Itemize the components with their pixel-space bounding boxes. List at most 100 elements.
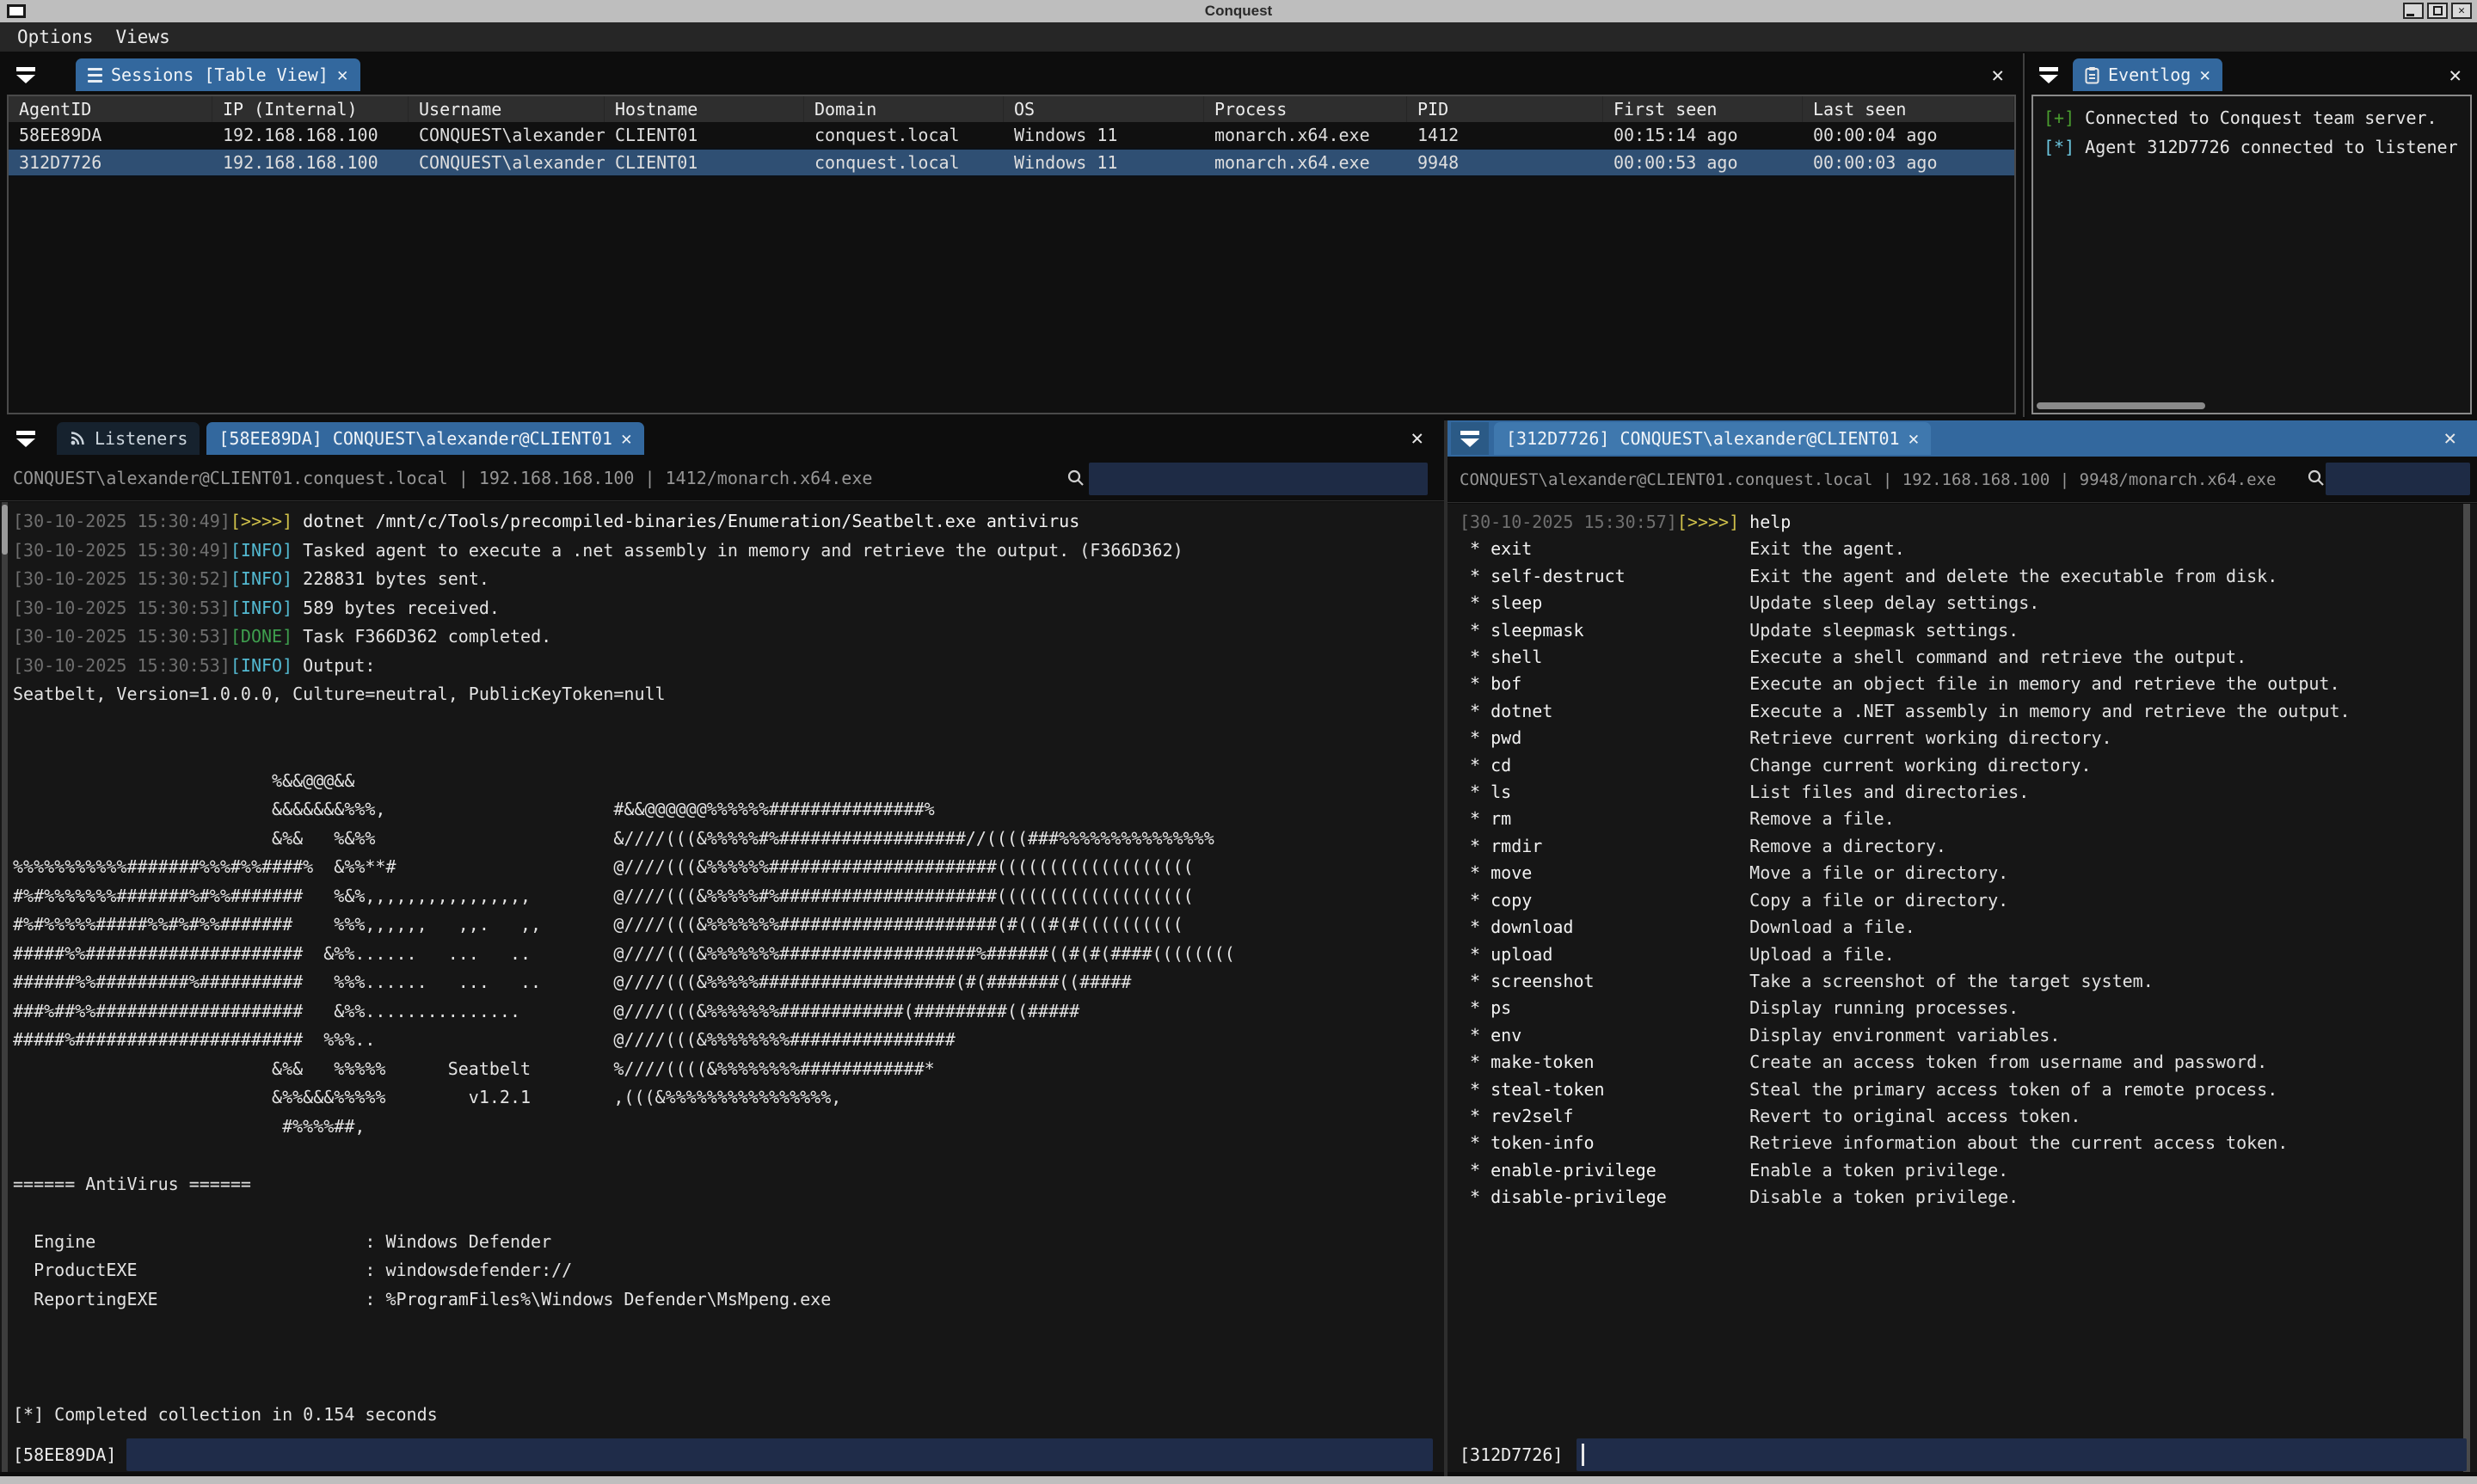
table-cell: 192.168.168.100 bbox=[212, 122, 409, 148]
console-search-input[interactable] bbox=[1089, 463, 1428, 495]
sessions-panel: Sessions [Table View] ✕ ✕ AgentIDIP (Int… bbox=[0, 52, 2023, 419]
tab-agent-312D7726[interactable]: [312D7726] CONQUEST\alexander@CLIENT01 ✕ bbox=[1494, 422, 1931, 455]
tab-label: Eventlog bbox=[2108, 64, 2191, 85]
column-header[interactable]: Domain bbox=[804, 96, 1004, 122]
top-panel-divider[interactable] bbox=[2023, 53, 2025, 417]
table-cell: 312D7726 bbox=[9, 150, 212, 175]
column-header[interactable]: PID bbox=[1407, 96, 1603, 122]
left-console-scrollbar[interactable] bbox=[2, 502, 8, 1472]
column-header[interactable]: IP (Internal) bbox=[212, 96, 409, 122]
left-console-collapse-button[interactable] bbox=[7, 422, 45, 455]
help-command-line: * pwd Retrieve current working directory… bbox=[1460, 725, 2477, 751]
table-cell: 9948 bbox=[1407, 150, 1603, 175]
table-cell: CONQUEST\alexander bbox=[409, 150, 605, 175]
help-command-line: * rev2self Revert to original access tok… bbox=[1460, 1103, 2477, 1130]
help-command-line: * enable-privilege Enable a token privil… bbox=[1460, 1157, 2477, 1184]
conquest-window: Conquest ✕ Options Views Sessions [Table… bbox=[0, 0, 2477, 1484]
help-command-line: * make-token Create an access token from… bbox=[1460, 1049, 2477, 1076]
minimize-icon bbox=[2406, 14, 2414, 16]
tab-sessions-table-view[interactable]: Sessions [Table View] ✕ bbox=[76, 58, 360, 91]
seatbelt-antivirus-output: ====== AntiVirus ====== Engine : Windows… bbox=[13, 1141, 1444, 1429]
tab-listeners[interactable]: Listeners bbox=[57, 422, 200, 455]
tab-label: [58EE89DA] CONQUEST\alexander@CLIENT01 bbox=[218, 428, 612, 449]
table-cell: 00:15:14 ago bbox=[1603, 122, 1803, 148]
right-console-collapse-button[interactable] bbox=[1451, 422, 1489, 455]
column-header[interactable]: AgentID bbox=[9, 96, 212, 122]
window-bottom-frame bbox=[0, 1476, 2477, 1484]
console-log-line: [30-10-2025 15:30:57][>>>>] help bbox=[1460, 509, 2477, 536]
table-cell: CLIENT01 bbox=[605, 150, 804, 175]
help-command-line: * env Display environment variables. bbox=[1460, 1022, 2477, 1049]
text-cursor bbox=[1582, 1444, 1584, 1466]
close-window-button[interactable]: ✕ bbox=[2451, 3, 2472, 19]
left-console-output[interactable]: [30-10-2025 15:30:49][>>>>] dotnet /mnt/… bbox=[0, 502, 1444, 1472]
menu-views[interactable]: Views bbox=[116, 27, 170, 47]
tab-close-icon[interactable]: ✕ bbox=[1908, 430, 1920, 448]
collapse-icon bbox=[16, 67, 35, 71]
search-icon bbox=[2307, 469, 2326, 488]
tab-close-icon[interactable]: ✕ bbox=[2199, 66, 2210, 84]
table-cell: 00:00:53 ago bbox=[1603, 150, 1803, 175]
table-cell: monarch.x64.exe bbox=[1204, 122, 1407, 148]
help-command-line: * rmdir Remove a directory. bbox=[1460, 833, 2477, 860]
command-input[interactable] bbox=[126, 1438, 1433, 1471]
left-console-input-bar: [58EE89DA] bbox=[0, 1432, 1444, 1476]
tab-label: Sessions [Table View] bbox=[111, 64, 329, 85]
help-command-line: * rm Remove a file. bbox=[1460, 806, 2477, 832]
console-log-line: [30-10-2025 15:30:53][INFO] Output: bbox=[13, 652, 1444, 681]
collapse-icon bbox=[2039, 67, 2058, 71]
column-header[interactable]: First seen bbox=[1603, 96, 1803, 122]
help-command-line: * token-info Retrieve information about … bbox=[1460, 1130, 2477, 1156]
right-console-panel-close-button[interactable]: ✕ bbox=[2444, 427, 2456, 448]
table-row[interactable]: 58EE89DA192.168.168.100CONQUEST\alexande… bbox=[9, 122, 2014, 150]
console-log-line: [30-10-2025 15:30:53][INFO] 589 bytes re… bbox=[13, 594, 1444, 623]
column-header[interactable]: OS bbox=[1004, 96, 1204, 122]
sessions-panel-close-button[interactable]: ✕ bbox=[1992, 64, 2004, 85]
command-input[interactable] bbox=[1577, 1438, 2467, 1471]
console-log-line: [30-10-2025 15:30:49][INFO] Tasked agent… bbox=[13, 537, 1444, 566]
agent-context-line: CONQUEST\alexander@CLIENT01.conquest.loc… bbox=[1447, 470, 2276, 489]
column-header[interactable]: Process bbox=[1204, 96, 1407, 122]
column-header[interactable]: Username bbox=[409, 96, 605, 122]
help-command-line: * shell Execute a shell command and retr… bbox=[1460, 644, 2477, 671]
tab-close-icon[interactable]: ✕ bbox=[337, 66, 348, 84]
menu-options[interactable]: Options bbox=[17, 27, 94, 47]
table-cell: 00:00:03 ago bbox=[1803, 150, 2014, 175]
minimize-button[interactable] bbox=[2403, 3, 2424, 19]
collapse-icon bbox=[16, 431, 35, 435]
console-log-line: Seatbelt, Version=1.0.0.0, Culture=neutr… bbox=[13, 680, 1444, 709]
help-command-line: * ls List files and directories. bbox=[1460, 779, 2477, 806]
help-command-line: * steal-token Steal the primary access t… bbox=[1460, 1076, 2477, 1103]
eventlog-collapse-button[interactable] bbox=[2030, 58, 2068, 91]
right-console-output[interactable]: [30-10-2025 15:30:57][>>>>] help * exit … bbox=[1447, 504, 2477, 1472]
right-console-scrollbar[interactable] bbox=[2463, 504, 2470, 1472]
left-console-panel-close-button[interactable]: ✕ bbox=[1411, 427, 1423, 448]
help-command-line: * sleepmask Update sleepmask settings. bbox=[1460, 617, 2477, 644]
sessions-collapse-button[interactable] bbox=[7, 58, 45, 91]
help-command-line: * screenshot Take a screenshot of the ta… bbox=[1460, 968, 2477, 995]
agent-console-left-panel: Listeners [58EE89DA] CONQUEST\alexander@… bbox=[0, 419, 1444, 1476]
eventlog-horizontal-scrollbar[interactable] bbox=[2037, 402, 2205, 409]
tab-label: Listeners bbox=[95, 428, 187, 449]
help-command-line: * sleep Update sleep delay settings. bbox=[1460, 590, 2477, 616]
tab-label: [312D7726] CONQUEST\alexander@CLIENT01 bbox=[1506, 428, 1900, 449]
column-header[interactable]: Last seen bbox=[1803, 96, 2014, 122]
table-cell: conquest.local bbox=[804, 122, 1004, 148]
tab-eventlog[interactable]: Eventlog ✕ bbox=[2073, 58, 2222, 91]
table-cell: 00:00:04 ago bbox=[1803, 122, 2014, 148]
eventlog-line: [*] Agent 312D7726 connected to listener bbox=[2033, 132, 2470, 162]
table-cell: CONQUEST\alexander bbox=[409, 122, 605, 148]
seatbelt-ascii-banner: %&&@@@&& &&&&&&&%%%, #&&@@@@@@%%%%%%####… bbox=[13, 709, 1444, 1142]
collapse-icon bbox=[1460, 431, 1479, 435]
eventlog-panel: Eventlog ✕ ✕ [+] Connected to Conquest t… bbox=[2026, 52, 2477, 419]
console-log-line: [30-10-2025 15:30:49][>>>>] dotnet /mnt/… bbox=[13, 507, 1444, 537]
table-row[interactable]: 312D7726192.168.168.100CONQUEST\alexande… bbox=[9, 150, 2014, 177]
column-header[interactable]: Hostname bbox=[605, 96, 804, 122]
tab-close-icon[interactable]: ✕ bbox=[621, 430, 632, 448]
table-cell: 58EE89DA bbox=[9, 122, 212, 148]
eventlog-panel-close-button[interactable]: ✕ bbox=[2449, 64, 2462, 85]
tab-agent-58EE89DA[interactable]: [58EE89DA] CONQUEST\alexander@CLIENT01 ✕ bbox=[206, 422, 643, 455]
maximize-button[interactable] bbox=[2427, 3, 2448, 19]
console-search-input[interactable] bbox=[2326, 463, 2470, 495]
prompt-label: [58EE89DA] bbox=[0, 1444, 116, 1465]
